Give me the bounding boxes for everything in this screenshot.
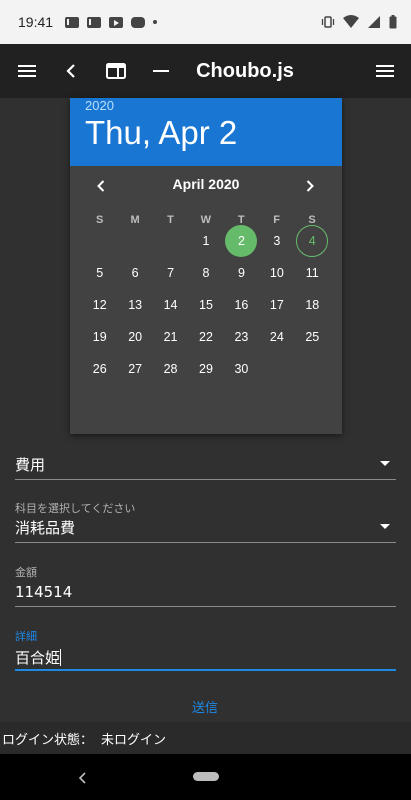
calendar-day[interactable]: 6 bbox=[119, 257, 151, 289]
dot-icon bbox=[153, 20, 158, 24]
calendar-day[interactable]: 26 bbox=[84, 353, 116, 385]
gmail-icon bbox=[87, 16, 104, 28]
vibrate-icon bbox=[321, 16, 335, 28]
amount-label: 金額 bbox=[15, 567, 37, 579]
calendar-day[interactable]: 28 bbox=[155, 353, 187, 385]
date-picker-header: 2020 Thu, Apr 2 bbox=[70, 98, 342, 166]
system-nav-bar bbox=[0, 754, 411, 800]
underline-focused bbox=[15, 669, 396, 671]
login-status-value: 未ログイン bbox=[101, 732, 167, 748]
chevron-left-icon[interactable] bbox=[91, 176, 111, 196]
calendar-day[interactable]: 2 bbox=[225, 225, 258, 257]
underline bbox=[15, 479, 396, 480]
app-title: Choubo.js bbox=[196, 59, 294, 82]
submit-button[interactable]: 送信 bbox=[170, 697, 240, 717]
calendar-day[interactable]: 23 bbox=[225, 321, 257, 353]
text-cursor bbox=[60, 649, 62, 666]
selected-date-label: Thu, Apr 2 bbox=[85, 114, 238, 151]
window-icon[interactable] bbox=[102, 44, 130, 98]
chevron-right-icon[interactable] bbox=[300, 176, 320, 196]
calendar-day[interactable]: 11 bbox=[296, 257, 328, 289]
calendar-day[interactable]: 20 bbox=[119, 321, 151, 353]
underline bbox=[15, 606, 396, 607]
calendar-day[interactable]: 13 bbox=[119, 289, 151, 321]
calendar-day[interactable]: 17 bbox=[261, 289, 293, 321]
amount-field[interactable]: 金額 114514 bbox=[15, 564, 396, 608]
calendar-day[interactable]: 1 bbox=[190, 225, 222, 257]
calendar-day[interactable]: 22 bbox=[190, 321, 222, 353]
back-icon[interactable] bbox=[78, 770, 88, 789]
type-select-value: 費用 bbox=[15, 456, 46, 474]
detail-field[interactable]: 詳細 百合姫 bbox=[15, 628, 396, 672]
status-bar: 19:41 bbox=[0, 0, 411, 44]
weekday-label: T bbox=[167, 214, 174, 226]
month-navigation: April 2020 bbox=[70, 166, 342, 206]
account-select[interactable]: 科目を選択してください 消耗品費 bbox=[15, 500, 396, 544]
signal-icon bbox=[368, 16, 380, 28]
calendar-day[interactable]: 16 bbox=[225, 289, 257, 321]
calendar-day[interactable]: 12 bbox=[84, 289, 116, 321]
back-icon[interactable] bbox=[58, 44, 84, 98]
calendar-day[interactable]: 27 bbox=[119, 353, 151, 385]
month-label: April 2020 bbox=[172, 176, 240, 192]
detail-value: 百合姫 bbox=[15, 647, 62, 668]
calendar-day[interactable]: 15 bbox=[190, 289, 222, 321]
calendar-day[interactable]: 18 bbox=[296, 289, 328, 321]
dropdown-arrow-icon bbox=[380, 461, 390, 466]
calendar-day[interactable]: 25 bbox=[296, 321, 328, 353]
calendar-day[interactable]: 7 bbox=[155, 257, 187, 289]
home-pill[interactable] bbox=[193, 772, 219, 781]
account-select-value: 消耗品費 bbox=[15, 519, 76, 537]
underline bbox=[15, 542, 396, 543]
calendar-day[interactable]: 5 bbox=[84, 257, 116, 289]
gmail-icon bbox=[65, 16, 82, 28]
calendar-day[interactable]: 9 bbox=[225, 257, 257, 289]
youtube-icon bbox=[109, 16, 124, 28]
type-select[interactable]: 費用 bbox=[15, 450, 396, 480]
calendar-day[interactable]: 29 bbox=[190, 353, 222, 385]
app-bar: Choubo.js bbox=[0, 44, 411, 98]
calendar-day[interactable]: 10 bbox=[261, 257, 293, 289]
calendar-day[interactable]: 3 bbox=[261, 225, 293, 257]
detail-value-text: 百合姫 bbox=[15, 649, 61, 667]
calendar-day[interactable]: 14 bbox=[155, 289, 187, 321]
minimize-icon[interactable] bbox=[148, 44, 174, 98]
calendar-day[interactable]: 21 bbox=[155, 321, 187, 353]
date-picker: 2020 Thu, Apr 2 April 2020 SMTWTFS 12345… bbox=[70, 98, 342, 434]
calendar-day[interactable]: 19 bbox=[84, 321, 116, 353]
detail-label: 詳細 bbox=[15, 631, 37, 643]
menu-icon[interactable] bbox=[12, 44, 42, 98]
battery-icon bbox=[389, 15, 397, 29]
account-select-label: 科目を選択してください bbox=[15, 503, 136, 515]
calendar-day[interactable]: 30 bbox=[225, 353, 257, 385]
weekday-label: M bbox=[130, 214, 140, 226]
dropdown-arrow-icon bbox=[380, 524, 390, 529]
login-status-label: ログイン状態： bbox=[2, 732, 94, 748]
wifi-icon bbox=[343, 15, 359, 28]
calendar-day[interactable]: 8 bbox=[190, 257, 222, 289]
calendar-day[interactable]: 24 bbox=[261, 321, 293, 353]
menu-icon[interactable] bbox=[370, 44, 400, 98]
amount-value: 114514 bbox=[15, 583, 73, 601]
calendar-day[interactable]: 4 bbox=[296, 225, 329, 257]
status-time: 19:41 bbox=[18, 14, 54, 30]
login-status: ログイン状態： 未ログイン bbox=[0, 722, 411, 754]
weekday-label: S bbox=[96, 214, 104, 226]
game-icon bbox=[131, 16, 146, 28]
year-button[interactable]: 2020 bbox=[85, 98, 114, 113]
